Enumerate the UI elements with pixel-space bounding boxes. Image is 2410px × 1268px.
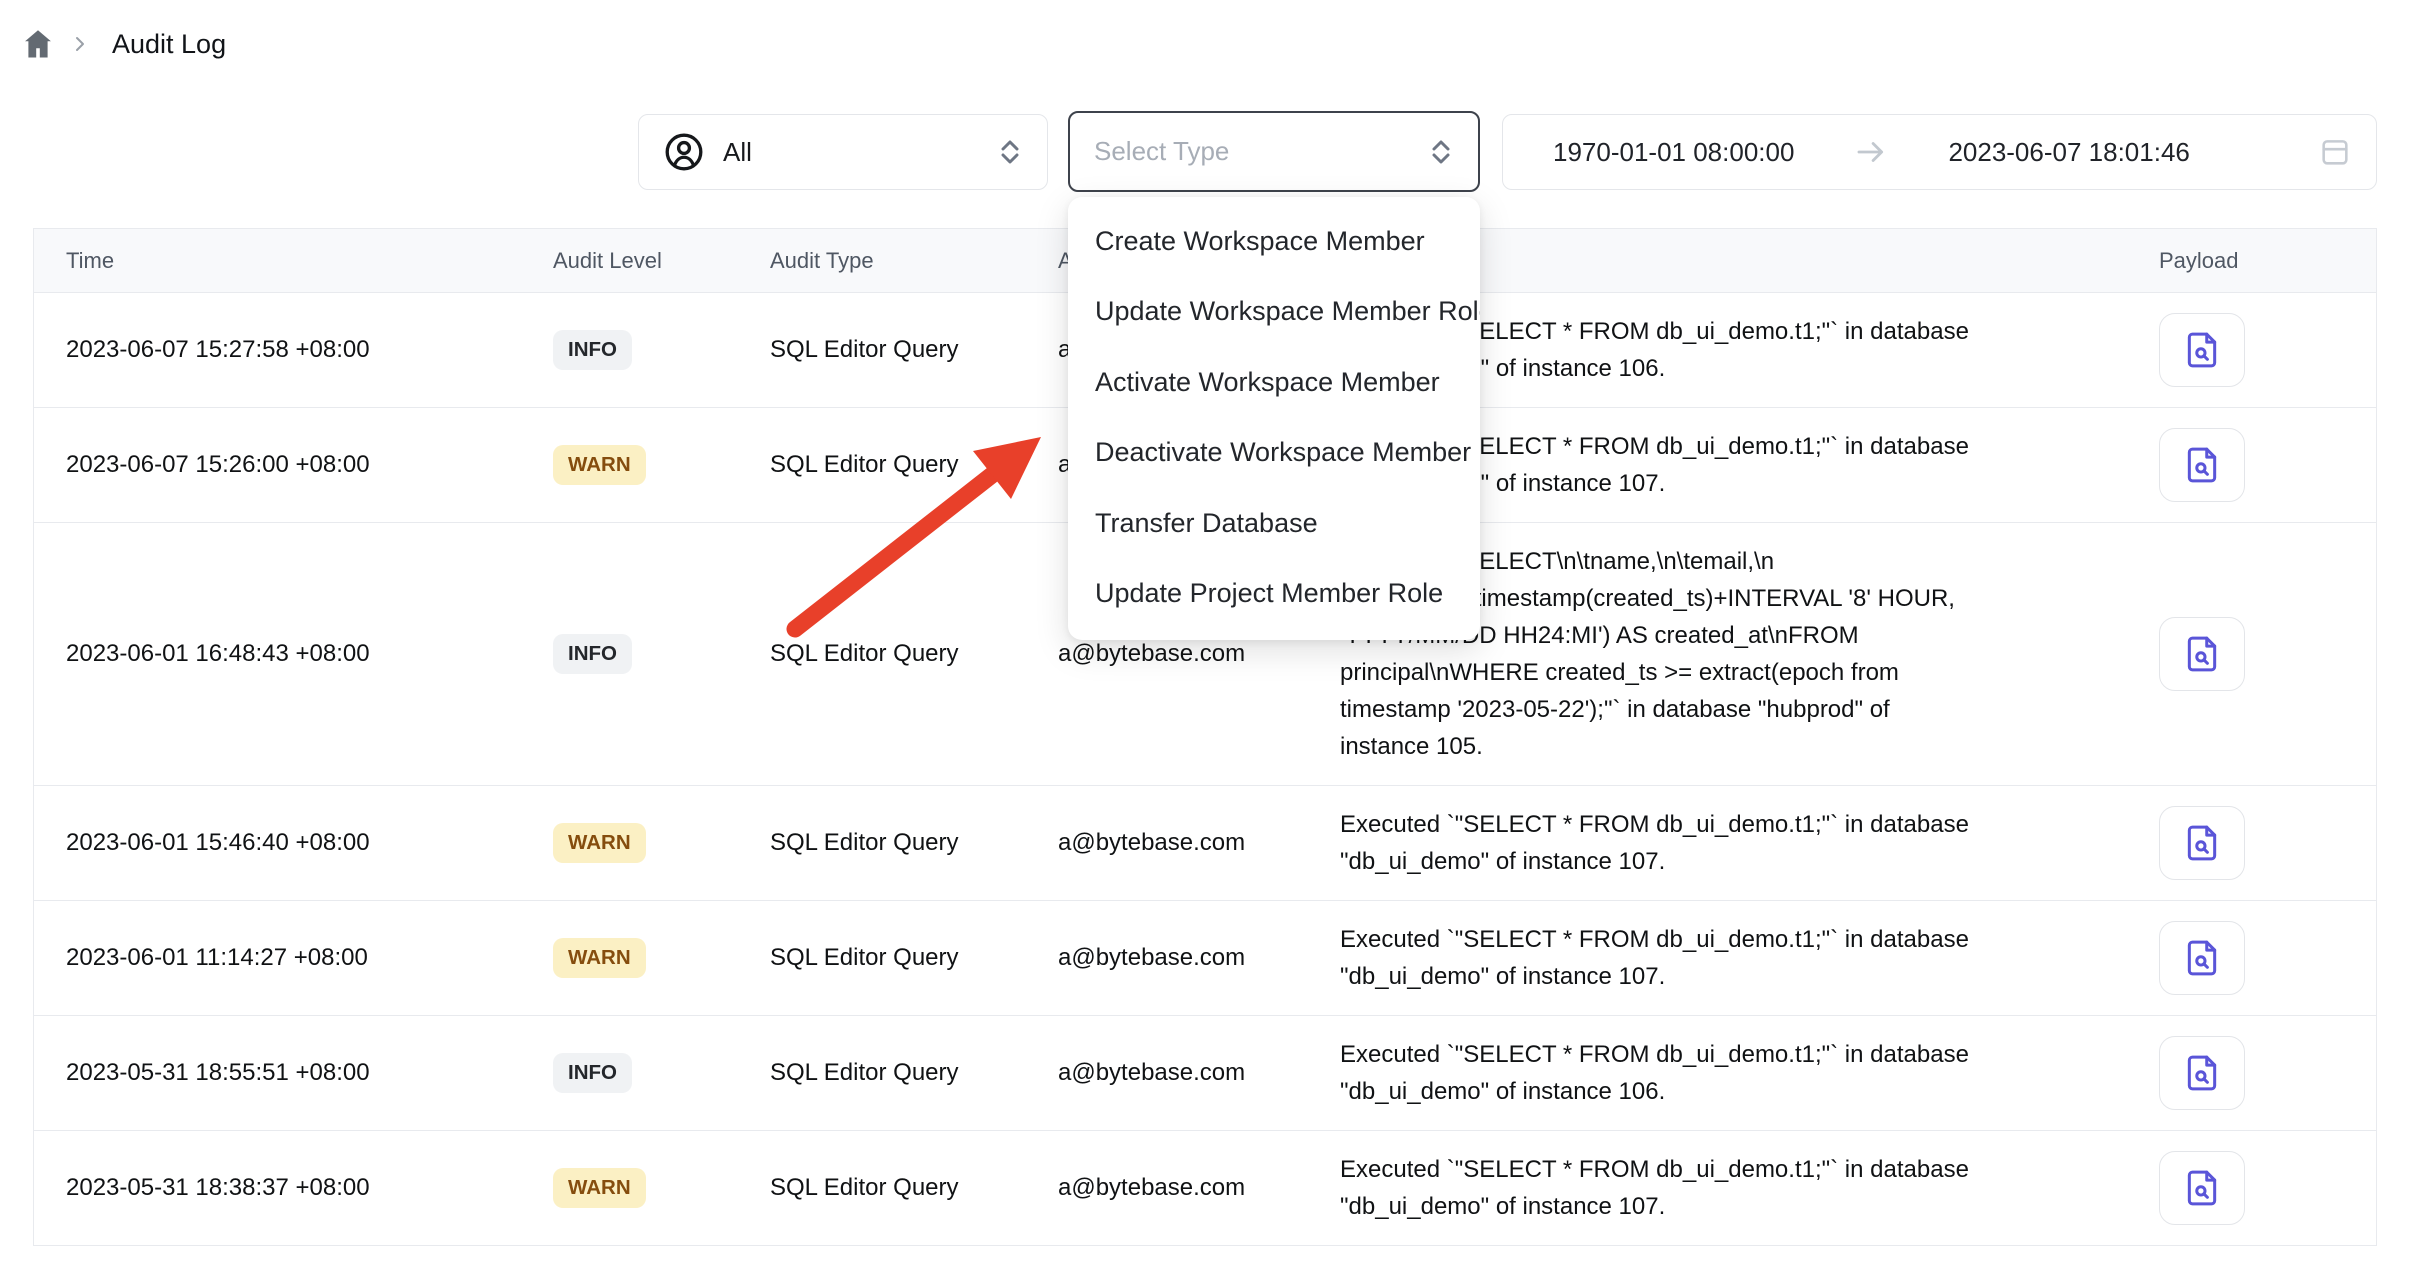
time-cell: 2023-05-31 18:55:51 +08:00 <box>34 1059 553 1087</box>
file-search-icon <box>2183 446 2221 484</box>
audit-level-cell: WARN <box>553 823 770 863</box>
column-header-audit-type: Audit Type <box>770 248 1058 274</box>
type-option[interactable]: Update Project Member Role <box>1068 559 1480 630</box>
view-payload-button[interactable] <box>2159 313 2245 387</box>
file-search-icon <box>2183 939 2221 977</box>
file-search-icon <box>2183 635 2221 673</box>
payload-cell <box>2159 921 2376 995</box>
date-to-value[interactable]: 2023-06-07 18:01:46 <box>1948 137 2189 168</box>
audit-level-badge: WARN <box>553 938 646 978</box>
actor-cell: a@bytebase.com <box>1058 944 1340 972</box>
table-row: 2023-05-31 18:55:51 +08:00 INFO SQL Edit… <box>34 1016 2376 1131</box>
column-header-audit-level: Audit Level <box>553 248 770 274</box>
view-payload-button[interactable] <box>2159 428 2245 502</box>
file-search-icon <box>2183 824 2221 862</box>
audit-level-cell: WARN <box>553 1168 770 1208</box>
payload-cell <box>2159 806 2376 880</box>
payload-cell <box>2159 428 2376 502</box>
type-filter-select[interactable]: Select Type <box>1068 111 1480 192</box>
column-header-payload: Payload <box>2159 248 2376 274</box>
audit-type-cell: SQL Editor Query <box>770 944 1058 972</box>
audit-type-cell: SQL Editor Query <box>770 1059 1058 1087</box>
person-circle-icon <box>663 131 705 173</box>
calendar-icon <box>2318 135 2352 169</box>
chevron-right-icon <box>68 32 92 56</box>
audit-level-badge: WARN <box>553 1168 646 1208</box>
type-option[interactable]: Activate Workspace Member <box>1068 347 1480 418</box>
actor-cell: a@bytebase.com <box>1058 1174 1340 1202</box>
audit-level-badge: INFO <box>553 634 632 674</box>
chevron-up-down-icon <box>1428 137 1454 167</box>
time-cell: 2023-06-01 11:14:27 +08:00 <box>34 944 553 972</box>
type-option[interactable]: Update Workspace Member Role <box>1068 277 1480 348</box>
actor-cell: a@bytebase.com <box>1058 1059 1340 1087</box>
date-range-picker[interactable]: 1970-01-01 08:00:00 2023-06-07 18:01:46 <box>1502 114 2377 190</box>
view-payload-button[interactable] <box>2159 806 2245 880</box>
file-search-icon <box>2183 1169 2221 1207</box>
time-cell: 2023-06-07 15:26:00 +08:00 <box>34 451 553 479</box>
audit-level-badge: WARN <box>553 445 646 485</box>
chevron-up-down-icon <box>997 137 1023 167</box>
payload-cell <box>2159 1036 2376 1110</box>
comment-cell: Executed `"SELECT * FROM db_ui_demo.t1;"… <box>1340 1016 2159 1130</box>
audit-level-cell: INFO <box>553 634 770 674</box>
column-header-time: Time <box>34 248 553 274</box>
file-search-icon <box>2183 1054 2221 1092</box>
breadcrumb: Audit Log <box>20 26 226 62</box>
table-row: 2023-05-31 18:38:37 +08:00 WARN SQL Edit… <box>34 1131 2376 1246</box>
view-payload-button[interactable] <box>2159 1036 2245 1110</box>
type-filter-placeholder: Select Type <box>1094 136 1229 167</box>
comment-cell: Executed `"SELECT * FROM db_ui_demo.t1;"… <box>1340 901 2159 1015</box>
audit-level-badge: INFO <box>553 330 632 370</box>
table-row: 2023-06-01 11:14:27 +08:00 WARN SQL Edit… <box>34 901 2376 1016</box>
time-cell: 2023-06-07 15:27:58 +08:00 <box>34 336 553 364</box>
audit-type-cell: SQL Editor Query <box>770 451 1058 479</box>
actor-cell: a@bytebase.com <box>1058 640 1340 668</box>
type-option[interactable]: Transfer Database <box>1068 488 1480 559</box>
time-cell: 2023-06-01 16:48:43 +08:00 <box>34 640 553 668</box>
arrow-right-icon <box>1854 135 1888 169</box>
audit-level-badge: WARN <box>553 823 646 863</box>
audit-level-cell: WARN <box>553 445 770 485</box>
type-options-menu: Create Workspace MemberUpdate Workspace … <box>1068 197 1480 640</box>
audit-level-cell: INFO <box>553 1053 770 1093</box>
home-icon[interactable] <box>20 26 56 62</box>
type-option[interactable]: Deactivate Workspace Member <box>1068 418 1480 489</box>
page-title: Audit Log <box>104 29 226 60</box>
payload-cell <box>2159 1151 2376 1225</box>
audit-type-cell: SQL Editor Query <box>770 829 1058 857</box>
view-payload-button[interactable] <box>2159 1151 2245 1225</box>
audit-type-cell: SQL Editor Query <box>770 640 1058 668</box>
view-payload-button[interactable] <box>2159 617 2245 691</box>
audit-level-cell: WARN <box>553 938 770 978</box>
view-payload-button[interactable] <box>2159 921 2245 995</box>
type-option[interactable]: Create Workspace Member <box>1068 206 1480 277</box>
audit-level-cell: INFO <box>553 330 770 370</box>
time-cell: 2023-06-01 15:46:40 +08:00 <box>34 829 553 857</box>
actor-filter-value: All <box>723 137 752 168</box>
table-row: 2023-06-01 15:46:40 +08:00 WARN SQL Edit… <box>34 786 2376 901</box>
comment-cell: Executed `"SELECT * FROM db_ui_demo.t1;"… <box>1340 786 2159 900</box>
audit-type-cell: SQL Editor Query <box>770 336 1058 364</box>
comment-cell: Executed `"SELECT * FROM db_ui_demo.t1;"… <box>1340 1131 2159 1245</box>
audit-type-cell: SQL Editor Query <box>770 1174 1058 1202</box>
file-search-icon <box>2183 331 2221 369</box>
date-from-value[interactable]: 1970-01-01 08:00:00 <box>1553 137 1794 168</box>
actor-filter-select[interactable]: All <box>638 114 1048 190</box>
actor-cell: a@bytebase.com <box>1058 829 1340 857</box>
audit-level-badge: INFO <box>553 1053 632 1093</box>
time-cell: 2023-05-31 18:38:37 +08:00 <box>34 1174 553 1202</box>
payload-cell <box>2159 617 2376 691</box>
payload-cell <box>2159 313 2376 387</box>
